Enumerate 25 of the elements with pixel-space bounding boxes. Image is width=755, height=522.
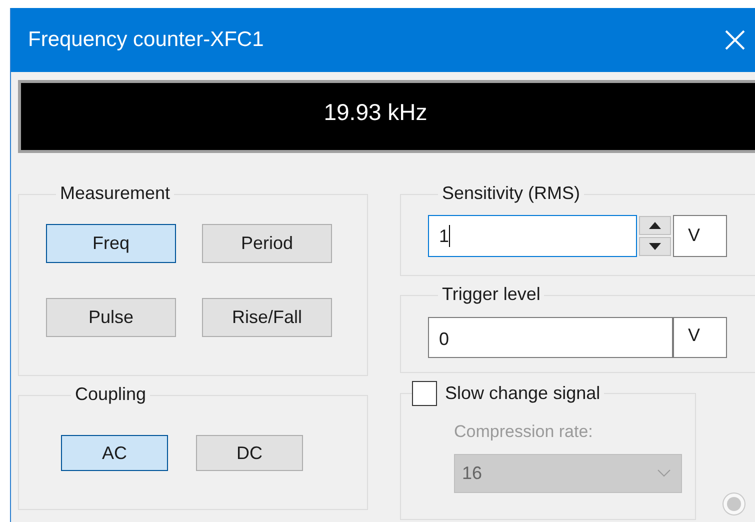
unit-field[interactable]: V <box>673 215 727 257</box>
mode-button[interactable]: AC <box>61 435 168 471</box>
close-icon[interactable] <box>724 29 746 51</box>
group-label: Measurement <box>60 183 170 203</box>
circle-indicator-icon <box>722 492 746 516</box>
sensitivity-field[interactable]: 1 <box>428 215 637 257</box>
spinner[interactable] <box>639 216 671 256</box>
up-arrow-icon <box>649 222 661 229</box>
window-title: Frequency counter-XFC1 <box>28 27 264 54</box>
group-label: Coupling <box>75 384 146 404</box>
compression-rate-label: Compression rate: <box>454 421 594 443</box>
mode-button[interactable]: Pulse <box>46 298 176 337</box>
trigger-level-field[interactable]: 0 <box>428 317 673 358</box>
group-label: Trigger level <box>442 284 540 304</box>
mode-button[interactable]: Period <box>202 224 332 263</box>
mode-button[interactable]: DC <box>196 435 303 471</box>
frequency-reading: 19.93 kHz <box>324 98 428 127</box>
down-arrow-icon <box>649 243 661 250</box>
unit-field[interactable]: V <box>673 317 727 358</box>
mode-button[interactable]: Rise/Fall <box>202 298 332 337</box>
chevron-down-icon <box>657 469 671 477</box>
text-cursor <box>449 225 450 247</box>
mode-button[interactable]: Freq <box>46 224 176 263</box>
group-label: Sensitivity (RMS) <box>442 183 580 203</box>
checkbox-label: Slow change signal <box>445 382 600 405</box>
